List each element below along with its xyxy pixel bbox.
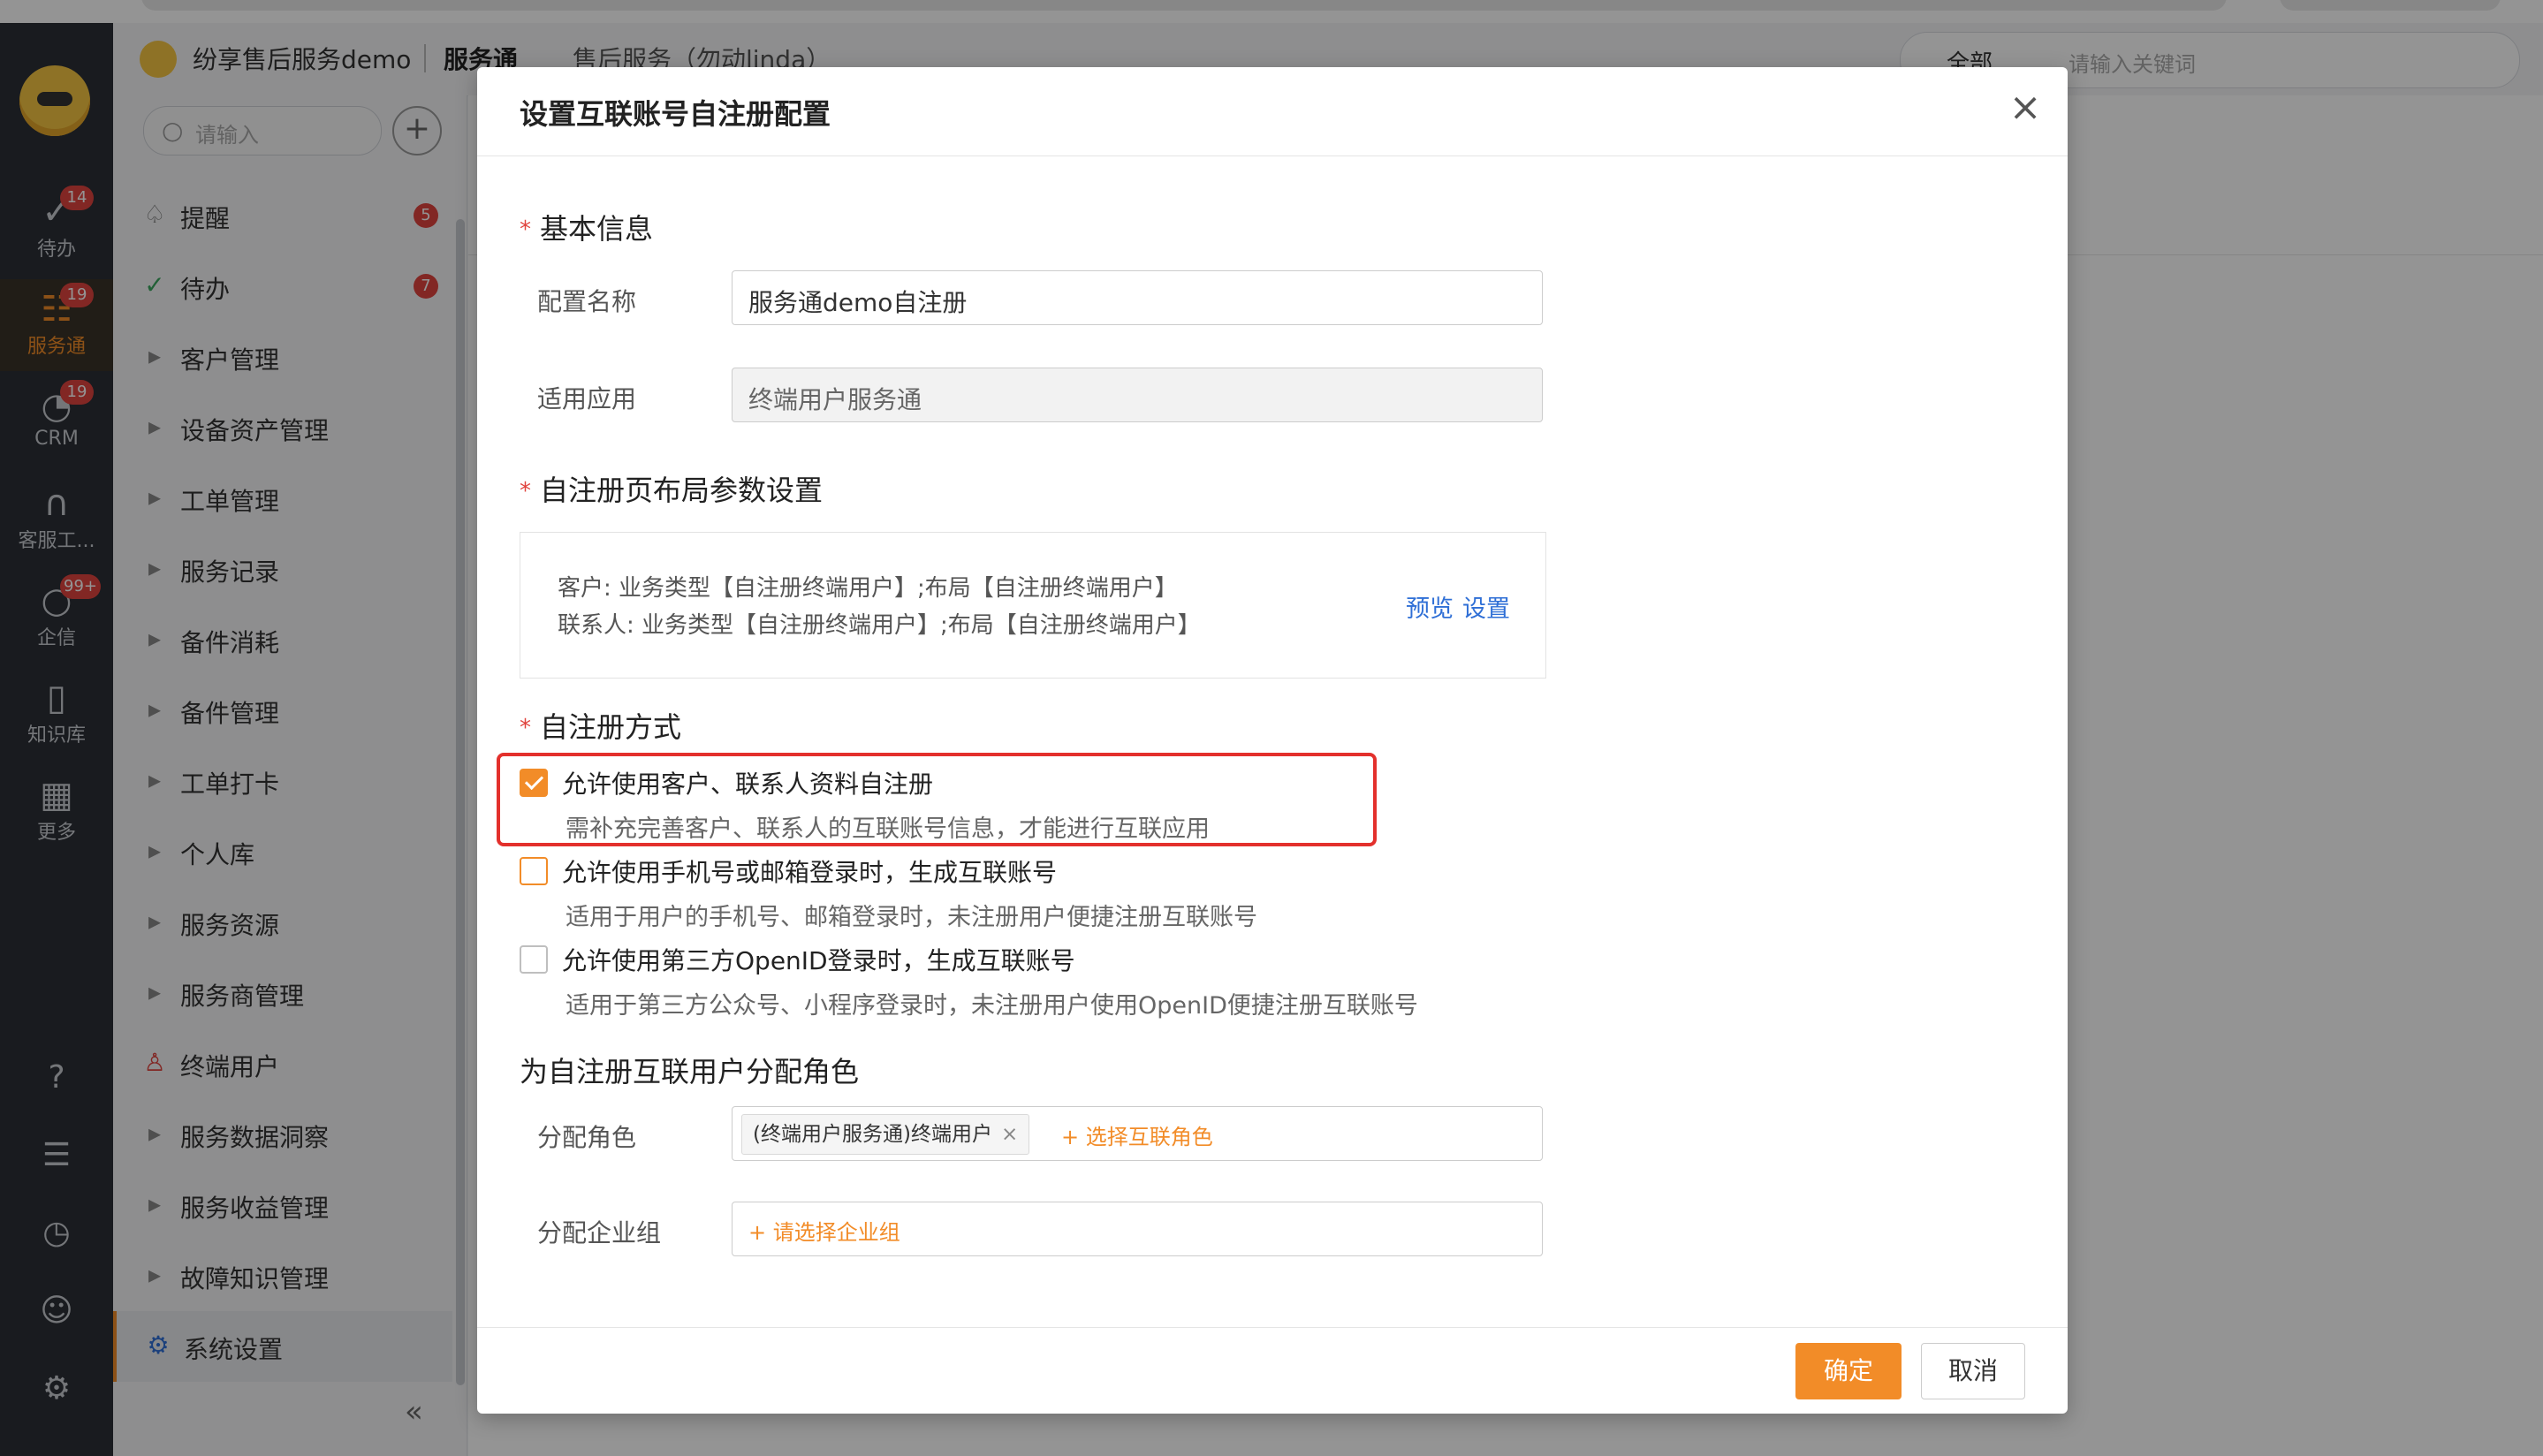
- required-mark: *: [520, 478, 531, 504]
- required-mark: *: [520, 216, 531, 243]
- checkbox-openid[interactable]: [520, 945, 548, 974]
- group-label: 分配企业组: [537, 1218, 662, 1247]
- cancel-button[interactable]: 取消: [1921, 1343, 2025, 1399]
- app-value: 终端用户服务通: [748, 385, 922, 414]
- checkbox-phone-email[interactable]: [520, 857, 548, 885]
- close-icon[interactable]: ×: [2004, 87, 2046, 129]
- section-role: 为自注册互联用户分配角色: [520, 1055, 860, 1088]
- config-name-label: 配置名称: [537, 287, 637, 316]
- config-dialog: 设置互联账号自注册配置 × * 基本信息 配置名称 服务通demo自注册 适用应用…: [477, 67, 2068, 1414]
- option-desc: 适用于用户的手机号、邮箱登录时，未注册用户便捷注册互联账号: [566, 904, 1257, 931]
- required-mark: *: [520, 715, 531, 741]
- option-label[interactable]: 允许使用第三方OpenID登录时，生成互联账号: [562, 942, 1075, 977]
- config-name-value: 服务通demo自注册: [748, 288, 968, 317]
- layout-contact-line: 联系人: 业务类型【自注册终端用户】;布局【自注册终端用户】: [558, 612, 1201, 639]
- select-role-link[interactable]: + 选择互联角色: [1061, 1119, 1213, 1150]
- section-layout: * 自注册页布局参数设置: [520, 468, 823, 509]
- confirm-button[interactable]: 确定: [1795, 1343, 1902, 1399]
- config-name-field[interactable]: 服务通demo自注册: [732, 270, 1543, 325]
- preview-link[interactable]: 预览: [1406, 589, 1454, 624]
- role-tag-text: (终端用户服务通)终端用户: [753, 1123, 992, 1146]
- option-openid: 允许使用第三方OpenID登录时，生成互联账号 适用于第三方公众号、小程序登录时…: [520, 942, 1845, 1030]
- app-field: 终端用户服务通: [732, 368, 1543, 422]
- settings-link[interactable]: 设置: [1462, 589, 1510, 624]
- section-basic: * 基本信息: [520, 207, 653, 247]
- section-title: 基本信息: [540, 212, 654, 246]
- role-tag: (终端用户服务通)终端用户 ×: [741, 1114, 1030, 1155]
- role-field[interactable]: (终端用户服务通)终端用户 × + 选择互联角色: [732, 1106, 1543, 1161]
- layout-customer-line: 客户: 业务类型【自注册终端用户】;布局【自注册终端用户】: [558, 575, 1178, 602]
- section-title: 自注册方式: [540, 710, 682, 744]
- section-method: * 自注册方式: [520, 705, 681, 746]
- section-title: 自注册页布局参数设置: [540, 474, 824, 507]
- tag-close-icon[interactable]: ×: [1001, 1123, 1018, 1146]
- option-label[interactable]: 允许使用手机号或邮箱登录时，生成互联账号: [562, 853, 1057, 889]
- divider: [477, 1327, 2068, 1328]
- app-label: 适用应用: [537, 384, 637, 413]
- option-phone-email: 允许使用手机号或邮箱登录时，生成互联账号 适用于用户的手机号、邮箱登录时，未注册…: [520, 853, 1845, 942]
- role-label: 分配角色: [537, 1123, 637, 1152]
- layout-params-box: 客户: 业务类型【自注册终端用户】;布局【自注册终端用户】 联系人: 业务类型【…: [520, 532, 1546, 679]
- group-field[interactable]: + 请选择企业组: [732, 1202, 1543, 1256]
- select-group-link[interactable]: + 请选择企业组: [748, 1215, 900, 1246]
- divider: [477, 155, 2068, 156]
- dialog-title: 设置互联账号自注册配置: [520, 97, 831, 131]
- highlight-box: [497, 753, 1377, 846]
- option-desc: 适用于第三方公众号、小程序登录时，未注册用户使用OpenID便捷注册互联账号: [566, 992, 1418, 1020]
